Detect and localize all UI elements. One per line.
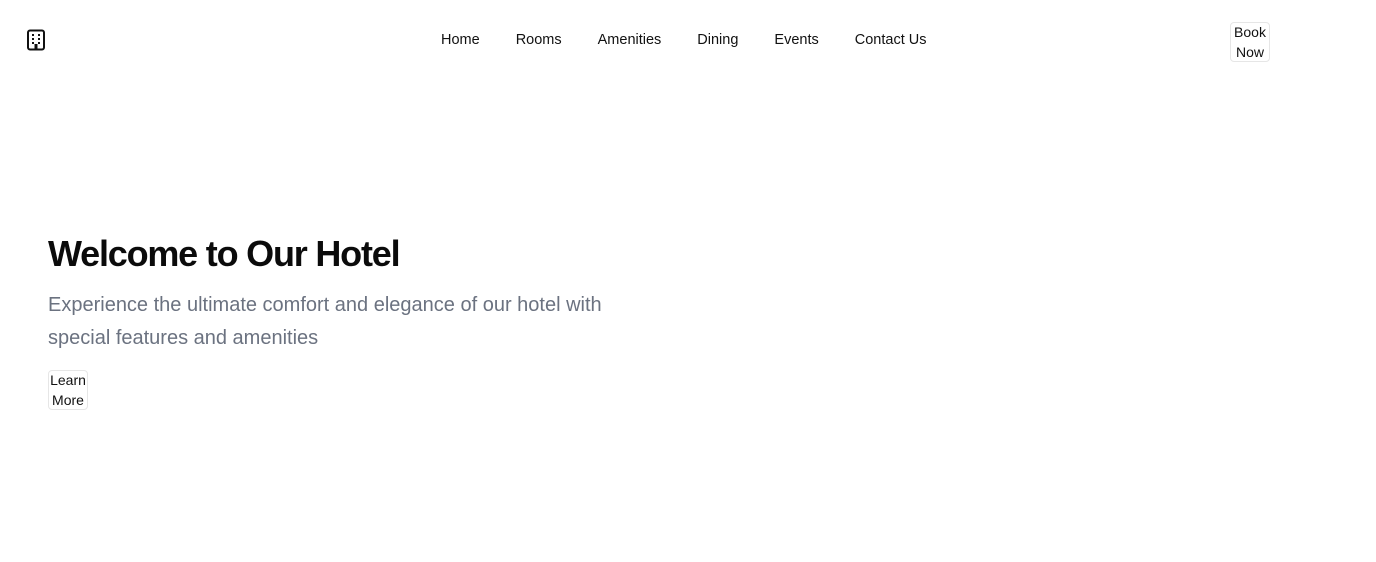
building-icon[interactable] (26, 29, 46, 51)
learn-more-button[interactable]: Learn More (48, 370, 88, 410)
nav-events[interactable]: Events (774, 30, 818, 50)
nav-contact-us[interactable]: Contact Us (855, 30, 927, 50)
nav-amenities[interactable]: Amenities (598, 30, 662, 50)
site-header: Home Rooms Amenities Dining Events Conta… (0, 0, 1376, 80)
book-now-button[interactable]: Book Now (1230, 22, 1270, 62)
nav-rooms[interactable]: Rooms (516, 30, 562, 50)
learn-more-label: Learn More (50, 372, 86, 408)
nav-home[interactable]: Home (441, 30, 480, 50)
hero-title: Welcome to Our Hotel (48, 233, 401, 274)
hero-subtitle: Experience the ultimate comfort and eleg… (48, 294, 602, 349)
main-nav: Home Rooms Amenities Dining Events Conta… (441, 30, 926, 50)
book-now-label: Book Now (1234, 24, 1266, 60)
nav-dining[interactable]: Dining (697, 30, 738, 50)
